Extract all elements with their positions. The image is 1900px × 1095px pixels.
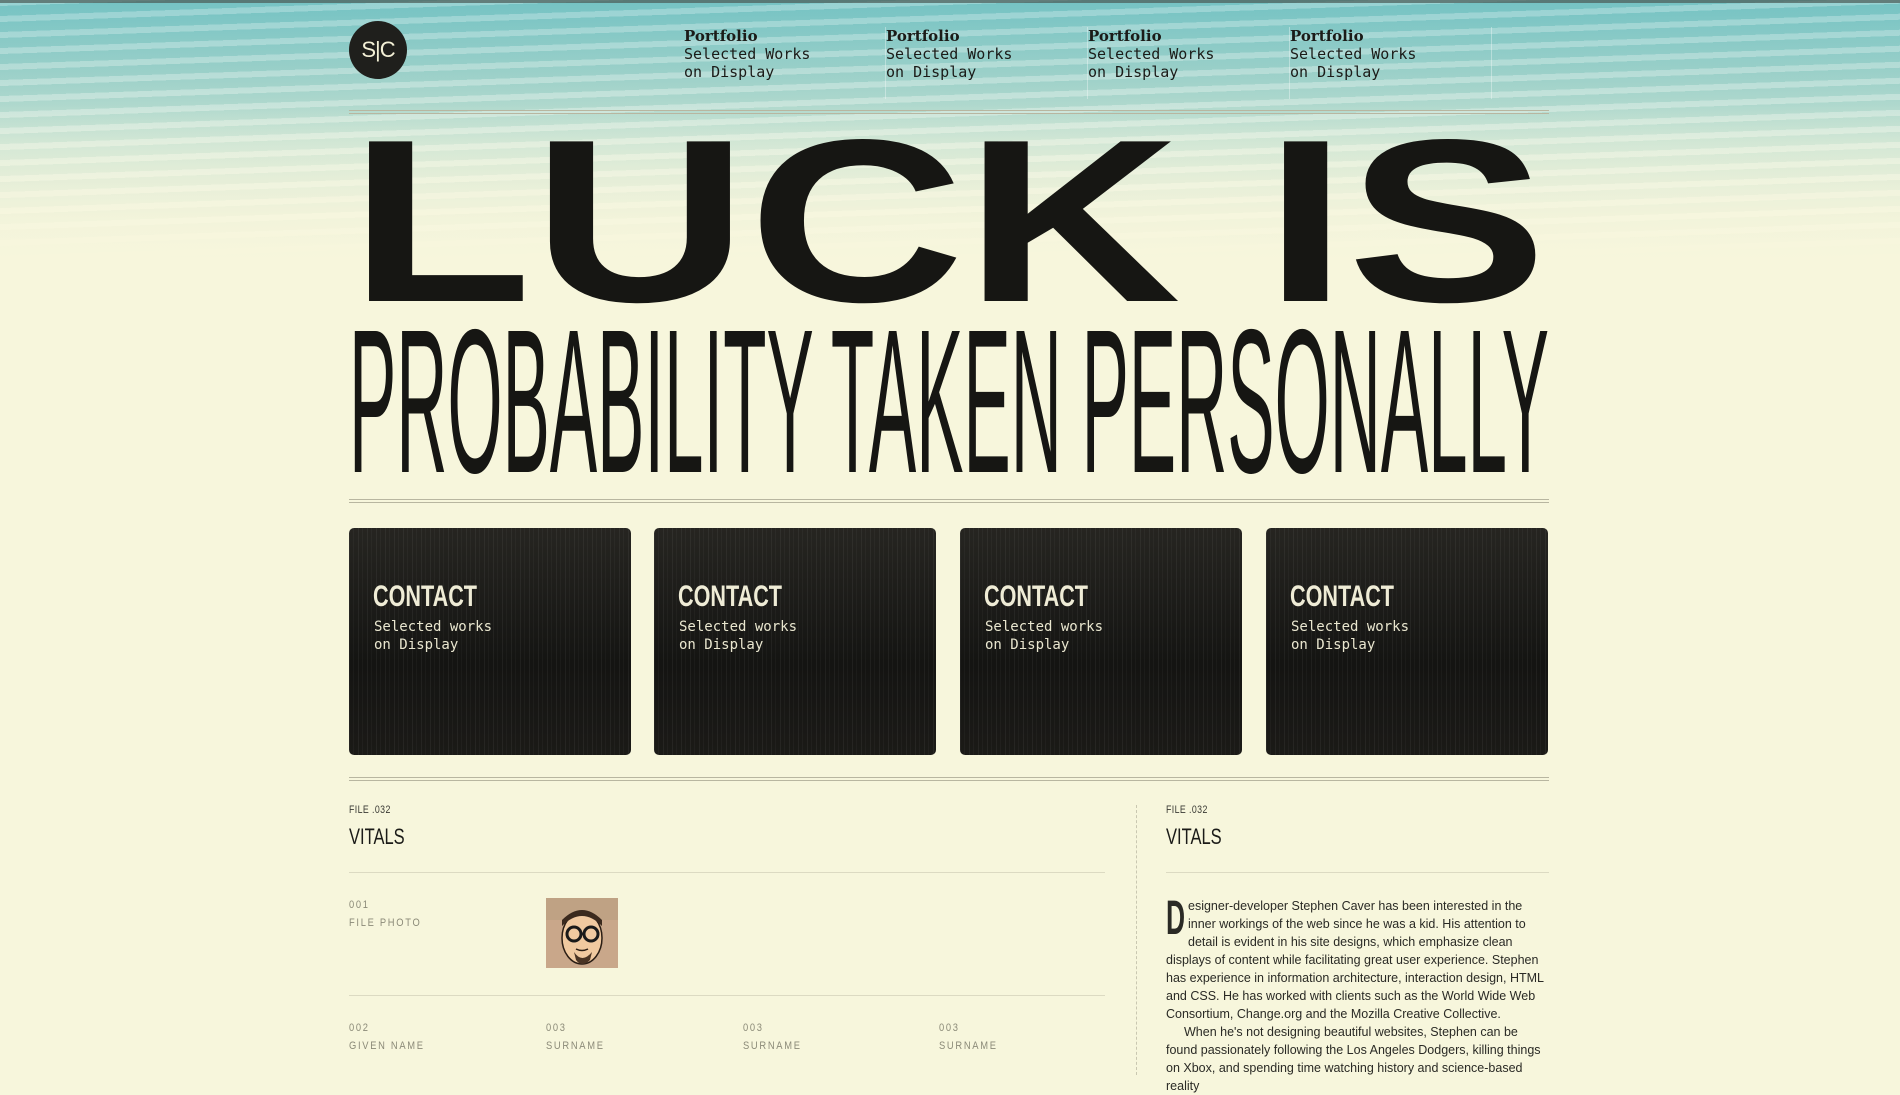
field-surname-label-2: 003 SURNAME <box>743 1019 802 1055</box>
card-title: CONTACT <box>373 580 477 613</box>
card-title: CONTACT <box>1290 580 1394 613</box>
nav-item-title: Portfolio <box>886 27 960 45</box>
right-file-number: FILE .032 <box>1166 804 1208 816</box>
nav-item-line1: Selected Works <box>1290 45 1417 63</box>
hero-line2-text: PROBABILITY TAKEN PERSONALLY <box>349 318 1549 478</box>
right-title-divider <box>1166 872 1549 873</box>
field-surname-label-1: 003 SURNAME <box>546 1019 605 1055</box>
field-number: 003 <box>939 1022 960 1034</box>
field-surname-label-3: 003 SURNAME <box>939 1019 998 1055</box>
card-desc-line1: Selected works <box>374 619 493 635</box>
contact-card-4[interactable]: CONTACT Selected works on Display <box>1266 528 1548 755</box>
field-label: SURNAME <box>939 1040 998 1052</box>
contact-card-2[interactable]: CONTACT Selected works on Display <box>654 528 936 755</box>
hero-line1-text: LUCK IS <box>349 135 1547 305</box>
nav-item-title: Portfolio <box>1290 27 1364 45</box>
nav-item-line2: on Display <box>1290 63 1381 81</box>
card-desc-line2: on Display <box>1291 637 1376 653</box>
card-title: CONTACT <box>984 580 1088 613</box>
field-number: 001 <box>349 899 370 911</box>
nav-item-line1: Selected Works <box>684 45 811 63</box>
nav-item-portfolio-2[interactable]: Portfolio Selected Works on Display <box>886 27 1088 99</box>
cards-divider <box>349 777 1549 781</box>
bio-paragraph-1: esigner-developer Stephen Caver has been… <box>1166 899 1544 1021</box>
column-divider <box>1136 805 1137 1075</box>
card-desc-line1: Selected works <box>985 619 1104 635</box>
nav-item-line1: Selected Works <box>886 45 1013 63</box>
field-label: FILE PHOTO <box>349 917 422 929</box>
nav-item-portfolio-1[interactable]: Portfolio Selected Works on Display <box>684 27 886 99</box>
card-desc: Selected works on Display <box>985 618 1103 654</box>
card-desc-line2: on Display <box>374 637 459 653</box>
contact-card-3[interactable]: CONTACT Selected works on Display <box>960 528 1242 755</box>
field-label: GIVEN NAME <box>349 1040 425 1052</box>
nav-item-line2: on Display <box>684 63 775 81</box>
header-divider <box>349 110 1549 114</box>
card-desc-line1: Selected works <box>679 619 798 635</box>
nav-item-line2: on Display <box>886 63 977 81</box>
card-desc-line2: on Display <box>679 637 764 653</box>
field-number: 003 <box>743 1022 764 1034</box>
hero-line1: LUCK IS <box>349 135 1547 305</box>
field-number: 003 <box>546 1022 567 1034</box>
contact-card-1[interactable]: CONTACT Selected works on Display <box>349 528 631 755</box>
photo-row-divider <box>349 995 1105 996</box>
field-label: SURNAME <box>546 1040 605 1052</box>
left-file-number: FILE .032 <box>349 804 391 816</box>
nav-item-line2: on Display <box>1088 63 1179 81</box>
nav-item-title: Portfolio <box>1088 27 1162 45</box>
field-file-photo-label: 001 FILE PHOTO <box>349 896 421 932</box>
hero-line2: PROBABILITY TAKEN PERSONALLY <box>349 318 1549 478</box>
avatar-illustration <box>546 898 618 968</box>
left-section-title: VITALS <box>349 824 405 849</box>
left-title-divider <box>349 872 1105 873</box>
card-title: CONTACT <box>678 580 782 613</box>
bio-paragraph-2: When he's not designing beautiful websit… <box>1166 1025 1541 1093</box>
bio-text: D esigner-developer Stephen Caver has be… <box>1166 892 1551 1095</box>
card-desc: Selected works on Display <box>679 618 797 654</box>
nav-item-title: Portfolio <box>684 27 758 45</box>
nav-item-portfolio-3[interactable]: Portfolio Selected Works on Display <box>1088 27 1290 99</box>
field-given-name-label: 002 GIVEN NAME <box>349 1019 425 1055</box>
card-desc-line1: Selected works <box>1291 619 1410 635</box>
field-label: SURNAME <box>743 1040 802 1052</box>
card-desc: Selected works on Display <box>374 618 492 654</box>
top-nav: Portfolio Selected Works on Display Port… <box>684 27 1492 99</box>
nav-item-line1: Selected Works <box>1088 45 1215 63</box>
card-desc: Selected works on Display <box>1291 618 1409 654</box>
site-logo[interactable]: S|C <box>349 21 407 79</box>
bio-dropcap: D <box>1166 892 1186 945</box>
file-photo-avatar <box>546 898 618 968</box>
card-desc-line2: on Display <box>985 637 1070 653</box>
page-container: S|C Portfolio Selected Works on Display … <box>349 0 1549 1093</box>
right-section-title: VITALS <box>1166 824 1222 849</box>
contact-cards: CONTACT Selected works on Display CONTAC… <box>349 528 1549 756</box>
field-number: 002 <box>349 1022 370 1034</box>
nav-item-portfolio-4[interactable]: Portfolio Selected Works on Display <box>1290 27 1492 99</box>
hero-divider <box>349 499 1549 503</box>
